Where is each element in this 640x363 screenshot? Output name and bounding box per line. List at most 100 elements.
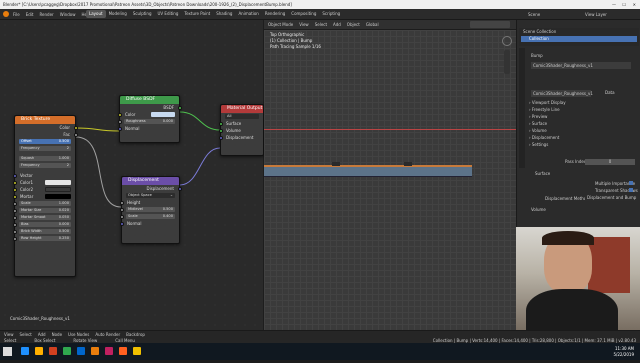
- input-color2[interactable]: Color2: [12, 186, 75, 193]
- outliner-collection-row[interactable]: Collection: [521, 36, 637, 42]
- pass-index-field[interactable]: 0: [585, 159, 635, 165]
- midlevel-field[interactable]: Midlevel 0.500: [119, 206, 179, 213]
- material-field[interactable]: Comic3Shader_Roughness_v1: [531, 90, 593, 97]
- node-footer-menu: View Select Add Node Use Nodes Auto Render Bac…: [4, 332, 151, 337]
- taskbar-app-icon[interactable]: [77, 347, 85, 355]
- node-footer-select[interactable]: Select: [20, 332, 32, 337]
- displacement-method-dropdown[interactable]: Displacement and Bump: [585, 195, 637, 201]
- multiple-importance-checkbox[interactable]: [629, 181, 633, 185]
- view-tools[interactable]: [504, 50, 510, 74]
- viewport-header-global[interactable]: Global: [366, 22, 379, 27]
- menu-file[interactable]: File: [13, 12, 20, 17]
- color2-swatch[interactable]: [45, 187, 71, 192]
- offset-field[interactable]: Offset 0.500: [15, 138, 75, 145]
- bump-plane-object[interactable]: [264, 165, 472, 177]
- diffuse-color-swatch[interactable]: [151, 112, 175, 117]
- node-footer-auto-render[interactable]: Auto Render: [95, 332, 120, 337]
- tab-shading[interactable]: Shading: [213, 10, 235, 18]
- space-dropdown[interactable]: Object Space ⌄: [122, 192, 179, 199]
- brick-width-field[interactable]: Brick Width 0.500: [12, 228, 75, 235]
- viewport-header-object[interactable]: Object: [347, 22, 360, 27]
- squash-frequency-field[interactable]: Frequency 2: [15, 162, 75, 169]
- taskbar-app-icon[interactable]: [105, 347, 113, 355]
- window-titlebar: Blender* [C:\Users\pcaggeg\Dropbox\2017 …: [0, 0, 640, 9]
- input-color1[interactable]: Color1: [12, 179, 75, 186]
- squash-field[interactable]: Squash 1.000: [15, 155, 75, 162]
- scale-field[interactable]: Scale 1.000: [12, 200, 75, 207]
- menu-window[interactable]: Window: [60, 12, 76, 17]
- material-output-node[interactable]: Material Output All Surface Volume Displ…: [218, 104, 264, 156]
- tab-rendering[interactable]: Rendering: [262, 10, 288, 18]
- menu-render[interactable]: Render: [39, 12, 53, 17]
- diffuse-bsdf-node[interactable]: Diffuse BSDF BSDF Color Roughness 0.000 N…: [117, 95, 182, 143]
- displacement-node[interactable]: Displacement Displacement Object Space ⌄ …: [119, 176, 182, 244]
- menu-edit[interactable]: Edit: [26, 12, 34, 17]
- viewport-header-object-mode[interactable]: Object Mode: [268, 22, 293, 27]
- taskbar-app-icon[interactable]: [91, 347, 99, 355]
- top-menubar: FileEditRenderWindowHelp LayoutModelingS…: [0, 9, 640, 20]
- viewport-header-view[interactable]: View: [299, 22, 309, 27]
- viewport-header-select[interactable]: Select: [315, 22, 327, 27]
- blender-logo-icon[interactable]: [3, 11, 9, 17]
- windows-start-icon[interactable]: [3, 347, 12, 356]
- volume-subsection[interactable]: Volume: [531, 207, 546, 212]
- section-settings[interactable]: › Settings: [529, 142, 566, 149]
- transparent-shadows-checkbox[interactable]: [629, 188, 633, 192]
- collection-info: (1) Collection | Bump: [270, 38, 313, 43]
- tab-sculpting[interactable]: Sculpting: [130, 10, 155, 18]
- taskbar-app-icon[interactable]: [35, 347, 43, 355]
- tab-layout[interactable]: Layout: [86, 10, 106, 18]
- node-footer-view[interactable]: View: [4, 332, 14, 337]
- viewport-header-add[interactable]: Add: [333, 22, 341, 27]
- node-footer-add[interactable]: Add: [38, 332, 46, 337]
- section-displacement[interactable]: › Displacement: [529, 135, 566, 142]
- scale-field[interactable]: Scale 0.400: [119, 213, 179, 220]
- input-color[interactable]: Color: [117, 111, 179, 118]
- bias-field[interactable]: Bias 0.000: [12, 221, 75, 228]
- target-dropdown[interactable]: All: [221, 113, 263, 120]
- color1-swatch[interactable]: [45, 180, 71, 185]
- input-mortar[interactable]: Mortar: [12, 193, 75, 200]
- properties-tabs[interactable]: [519, 48, 525, 168]
- taskbar-app-icon[interactable]: [49, 347, 57, 355]
- tab-animation[interactable]: Animation: [235, 10, 261, 18]
- section-viewport-display[interactable]: › Viewport Display: [529, 100, 566, 107]
- roughness-field[interactable]: Roughness 0.000: [117, 118, 179, 125]
- section-surface[interactable]: › Surface: [529, 121, 566, 128]
- section-preview[interactable]: › Preview: [529, 114, 566, 121]
- navigation-gizmo-icon[interactable]: [502, 36, 512, 46]
- node-editor-canvas[interactable]: Brick Texture Color Fac Offset 0.500 Freq…: [0, 20, 264, 330]
- frequency-field[interactable]: Frequency 2: [15, 145, 75, 152]
- mortar-swatch[interactable]: [45, 194, 71, 199]
- input-normal: Normal: [117, 125, 179, 132]
- surface-subsection[interactable]: Surface: [535, 171, 550, 176]
- shading-buttons[interactable]: [470, 21, 510, 28]
- tab-uv-editing[interactable]: UV Editing: [155, 10, 182, 18]
- tab-modeling[interactable]: Modeling: [106, 10, 130, 18]
- brick-texture-node[interactable]: Brick Texture Color Fac Offset 0.500 Freq…: [12, 115, 78, 277]
- section-freestyle-line[interactable]: › Freestyle Line: [529, 107, 566, 114]
- scene-selector[interactable]: Scene: [528, 12, 540, 17]
- tab-texture-paint[interactable]: Texture Paint: [181, 10, 213, 18]
- node-tree-name: Comic3Shader_Roughness_v1: [10, 316, 70, 321]
- taskbar-app-icon[interactable]: [119, 347, 127, 355]
- minimize-icon[interactable]: —: [612, 2, 616, 7]
- mortar-size-field[interactable]: Mortar Size 0.020: [12, 207, 75, 214]
- close-icon[interactable]: ✕: [633, 2, 636, 7]
- taskbar-app-icon[interactable]: [63, 347, 71, 355]
- view-layer-selector[interactable]: View Layer: [585, 12, 607, 17]
- mortar-smooth-field[interactable]: Mortar Smoot 0.050: [12, 214, 75, 221]
- material-slot[interactable]: Comic3Shader_Roughness_v1: [531, 62, 631, 69]
- node-footer-backdrop[interactable]: Backdrop: [126, 332, 145, 337]
- node-footer-node[interactable]: Node: [52, 332, 62, 337]
- displacement-method-label: Displacement Method: [545, 196, 589, 201]
- 3d-viewport[interactable]: Top Orthographic (1) Collection | Bump P…: [264, 30, 516, 330]
- section-volume[interactable]: › Volume: [529, 128, 566, 135]
- node-footer-use-nodes[interactable]: Use Nodes: [68, 332, 89, 337]
- taskbar-app-icon[interactable]: [133, 347, 141, 355]
- tab-scripting[interactable]: Scripting: [319, 10, 343, 18]
- tab-compositing[interactable]: Compositing: [288, 10, 319, 18]
- taskbar-app-icon[interactable]: [21, 347, 29, 355]
- row-height-field[interactable]: Row Height 0.250: [12, 235, 75, 242]
- maximize-icon[interactable]: ☐: [622, 2, 626, 7]
